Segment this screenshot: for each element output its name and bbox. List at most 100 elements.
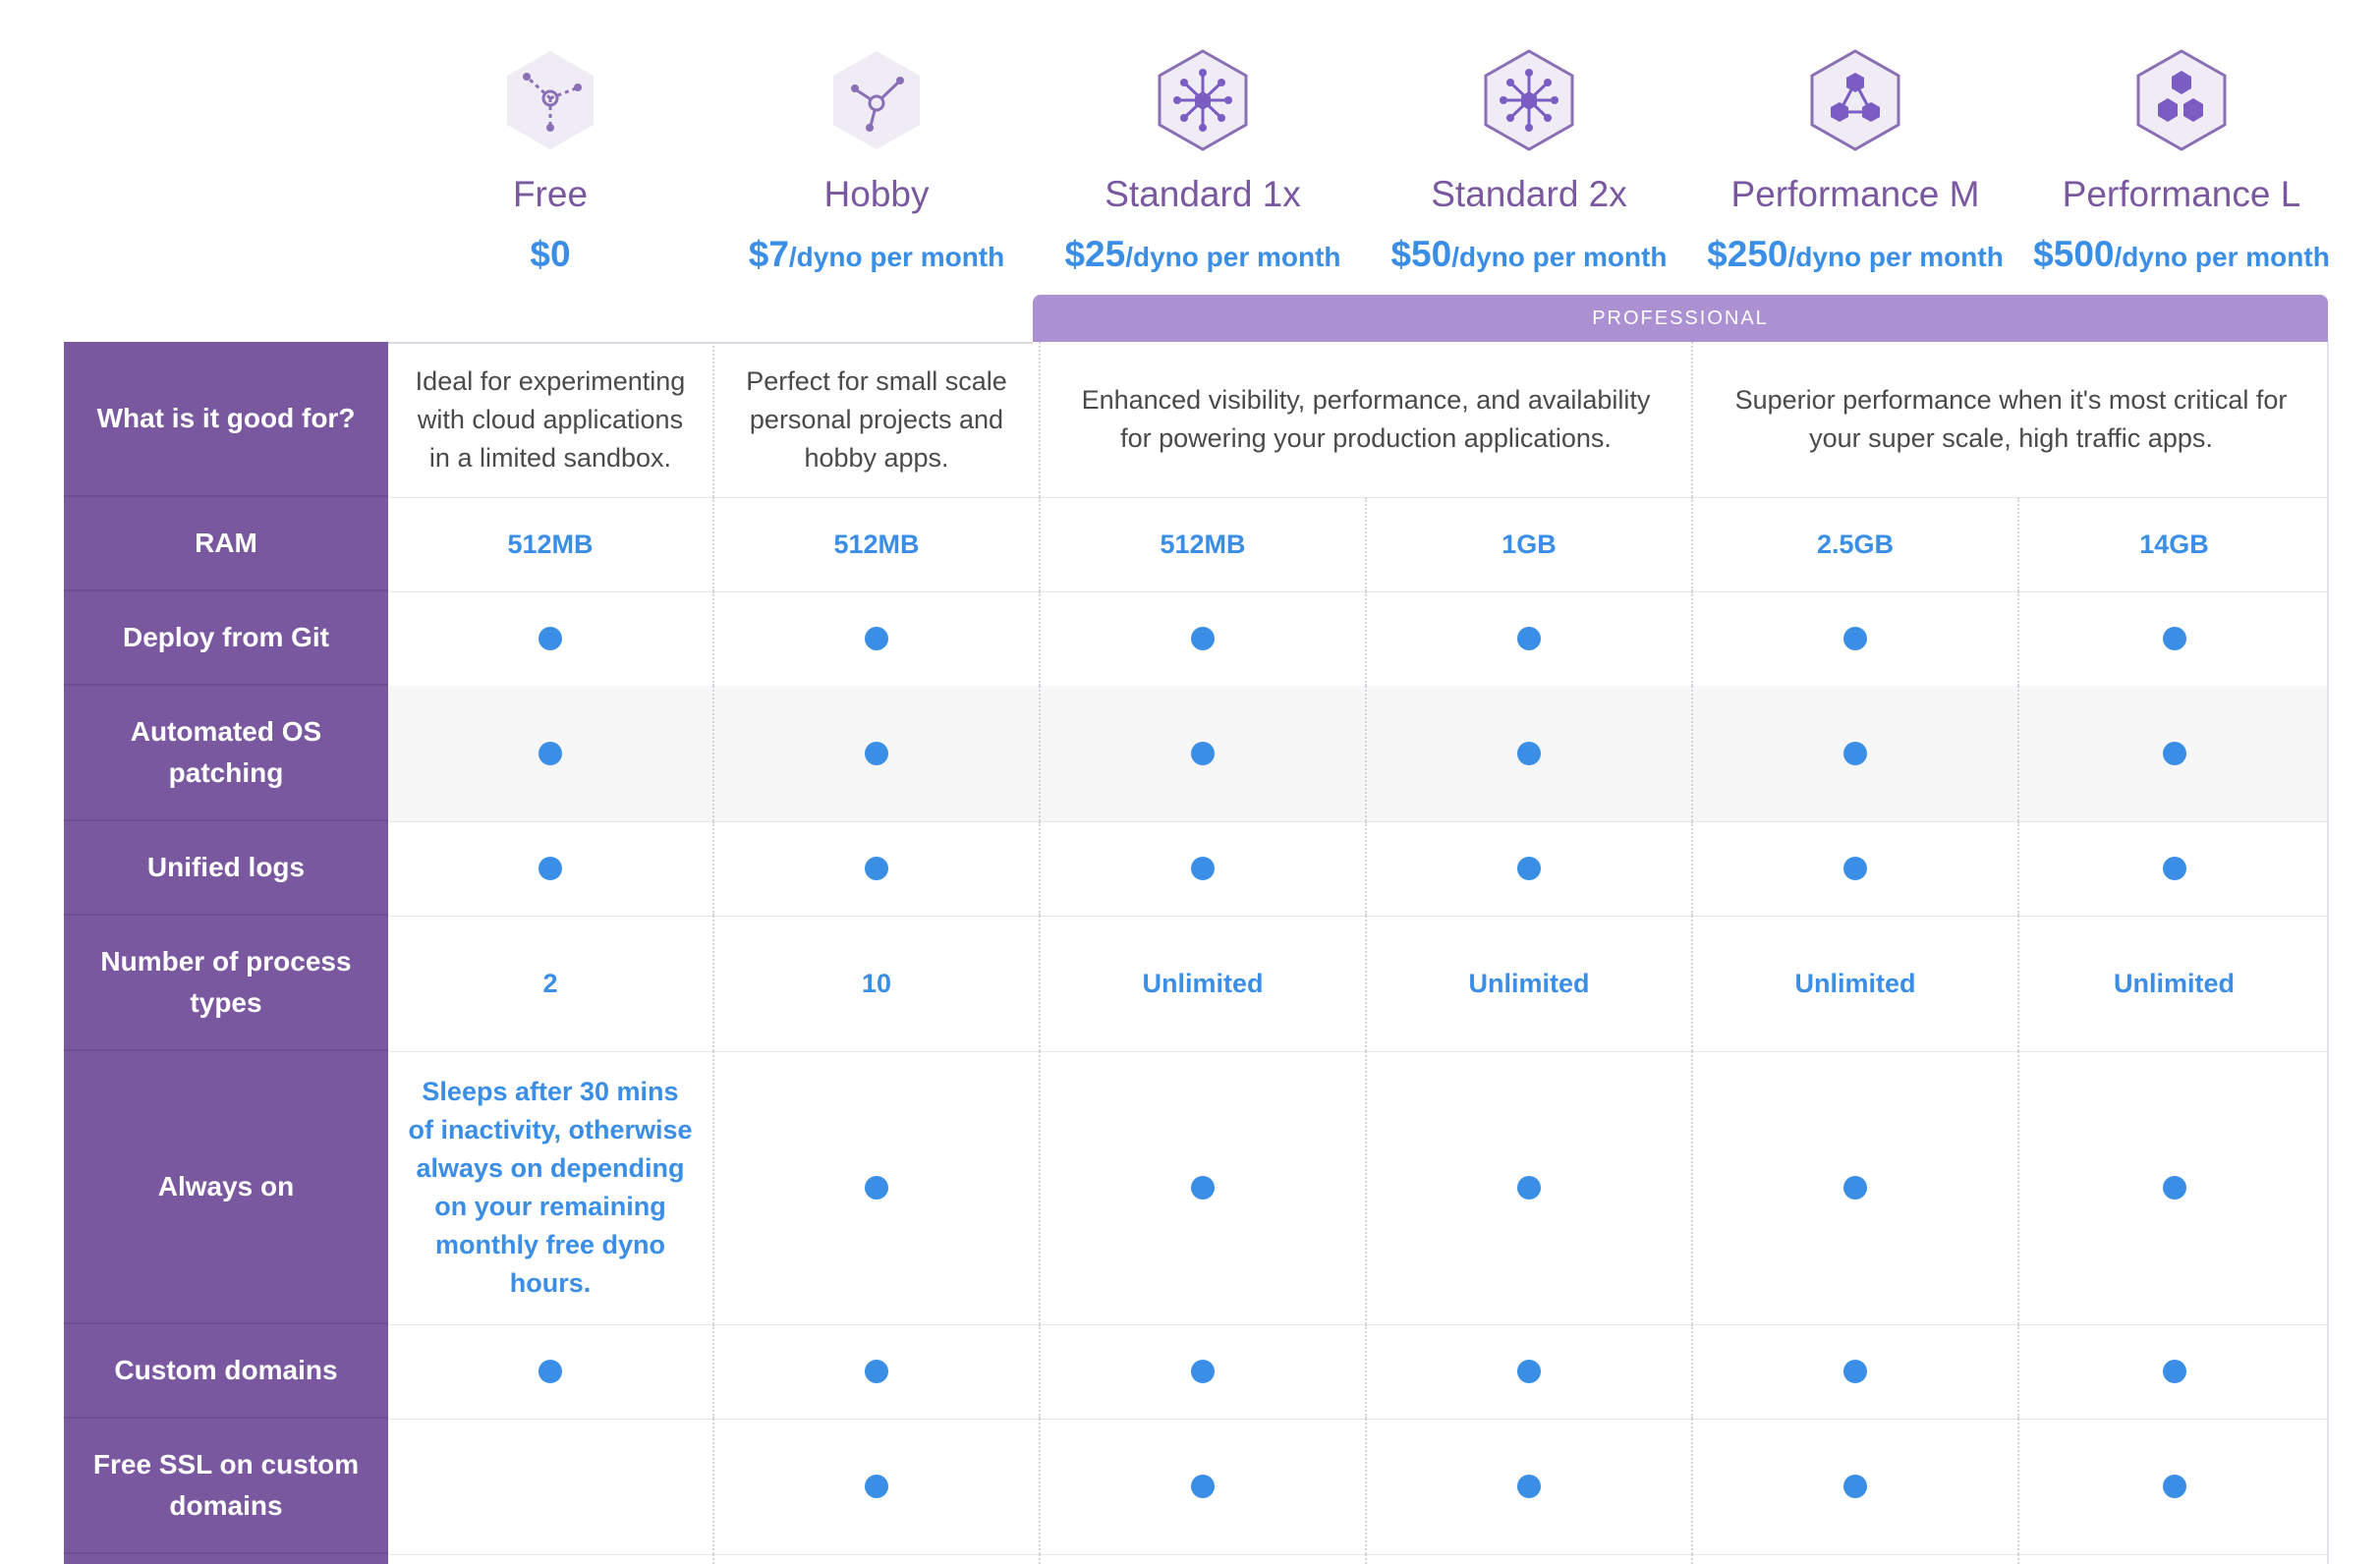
- plan-name: Standard 1x: [1105, 174, 1301, 214]
- included-dot-icon: [1843, 627, 1867, 650]
- cell: [712, 1324, 1039, 1419]
- included-dot-icon: [2162, 1360, 2186, 1383]
- cell: [1691, 686, 2017, 821]
- cell: [2017, 1324, 2329, 1419]
- cell: [712, 686, 1039, 821]
- cell: Enhanced visibility, performance, and av…: [1039, 342, 1691, 497]
- plan-price: $0: [530, 234, 571, 274]
- cell: [2017, 591, 2329, 686]
- cell: [388, 1324, 712, 1419]
- plan-price: $7/dyno per month: [748, 234, 1005, 274]
- plan-name: Performance L: [2062, 174, 2301, 214]
- cell: [712, 821, 1039, 916]
- cell: 512MB: [1039, 497, 1365, 591]
- table-row-custom-domains: Custom domains: [64, 1324, 2329, 1420]
- plan-header-standard-2x: Standard 2x $50/dyno per month: [1367, 49, 1691, 281]
- cell: [1365, 821, 1691, 916]
- cell: Unlimited: [2017, 916, 2329, 1051]
- cell: [2017, 1419, 2329, 1554]
- included-dot-icon: [1517, 1475, 1541, 1498]
- cell: [1365, 591, 1691, 686]
- row-label: Free SSL on custom domains: [64, 1419, 388, 1554]
- table-row-free-ssl: Free SSL on custom domains: [64, 1419, 2329, 1555]
- cell: Superior performance when it's most crit…: [1691, 342, 2329, 497]
- cell: 14GB: [2017, 497, 2329, 591]
- plan-price: $500/dyno per month: [2033, 234, 2330, 274]
- standard-2x-dyno-icon: [1482, 49, 1576, 151]
- table-right-border: [2327, 342, 2329, 1564]
- cell: Unlimited: [1365, 916, 1691, 1051]
- plan-header-performance-l: Performance L $500/dyno per month: [2019, 49, 2344, 281]
- plan-name: Free: [512, 174, 589, 214]
- cell: 1GB: [1365, 497, 1691, 591]
- cell: [1365, 686, 1691, 821]
- included-dot-icon: [1191, 857, 1215, 880]
- included-dot-icon: [1191, 1360, 1215, 1383]
- included-dot-icon: [865, 1360, 888, 1383]
- plan-price: $50/dyno per month: [1390, 234, 1668, 274]
- included-dot-icon: [538, 627, 562, 650]
- cell: [388, 686, 712, 821]
- row-label: Automated OS patching: [64, 686, 388, 821]
- cell: [1691, 591, 2017, 686]
- cell: [712, 591, 1039, 686]
- row-label: Unified logs: [64, 821, 388, 916]
- cell: [1691, 1051, 2017, 1324]
- cell: [388, 821, 712, 916]
- cell: [712, 1419, 1039, 1554]
- row-label: Number of process types: [64, 916, 388, 1051]
- cell: [1365, 1051, 1691, 1324]
- cell: [2017, 1051, 2329, 1324]
- cell: [1039, 686, 1365, 821]
- included-dot-icon: [1843, 857, 1867, 880]
- cell: [1691, 821, 2017, 916]
- included-dot-icon: [1517, 742, 1541, 765]
- plan-header-standard-1x: Standard 1x $25/dyno per month: [1041, 49, 1365, 281]
- professional-band: PROFESSIONAL: [1033, 295, 2328, 342]
- cell: [712, 1554, 1039, 1564]
- included-dot-icon: [2162, 1475, 2186, 1498]
- plan-name: Performance M: [1730, 174, 1980, 214]
- cell: 512MB: [712, 497, 1039, 591]
- included-dot-icon: [538, 1360, 562, 1383]
- included-dot-icon: [865, 627, 888, 650]
- cell: Perfect for small scale personal project…: [712, 342, 1039, 497]
- included-dot-icon: [2162, 742, 2186, 765]
- included-dot-icon: [1517, 1360, 1541, 1383]
- cell: [712, 1051, 1039, 1324]
- table-row-partial: [64, 1554, 2329, 1564]
- cell: [2017, 1554, 2329, 1564]
- row-label: Always on: [64, 1051, 388, 1324]
- included-dot-icon: [865, 742, 888, 765]
- table-row-deploy-git: Deploy from Git: [64, 591, 2329, 687]
- row-label: RAM: [64, 497, 388, 591]
- cell: [1039, 1554, 1365, 1564]
- cell: [1039, 1324, 1365, 1419]
- included-dot-icon: [1517, 857, 1541, 880]
- included-dot-icon: [538, 742, 562, 765]
- cell: [1691, 1324, 2017, 1419]
- row-label: [64, 1554, 388, 1564]
- cell: [2017, 821, 2329, 916]
- included-dot-icon: [1191, 742, 1215, 765]
- cell: [1365, 1419, 1691, 1554]
- included-dot-icon: [1843, 1176, 1867, 1200]
- included-dot-icon: [1191, 1475, 1215, 1498]
- cell: [1365, 1554, 1691, 1564]
- cell: [1039, 821, 1365, 916]
- cell: Ideal for experimenting with cloud appli…: [415, 365, 686, 473]
- table-row-unified-logs: Unified logs: [64, 821, 2329, 917]
- cell: [2017, 686, 2329, 821]
- included-dot-icon: [865, 857, 888, 880]
- included-dot-icon: [1843, 1360, 1867, 1383]
- cell: [1039, 1051, 1365, 1324]
- cell: [388, 591, 712, 686]
- plan-header-free: Free $0: [388, 49, 712, 281]
- performance-l-dyno-icon: [2134, 49, 2229, 151]
- performance-m-dyno-icon: [1808, 49, 1902, 151]
- row-label: Custom domains: [64, 1324, 388, 1419]
- standard-1x-dyno-icon: [1156, 49, 1250, 151]
- free-sleep-note: Sleeps after 30 mins of inactivity, othe…: [408, 1077, 693, 1298]
- cell: [1691, 1554, 2017, 1564]
- plan-header-hobby: Hobby $7/dyno per month: [714, 49, 1039, 281]
